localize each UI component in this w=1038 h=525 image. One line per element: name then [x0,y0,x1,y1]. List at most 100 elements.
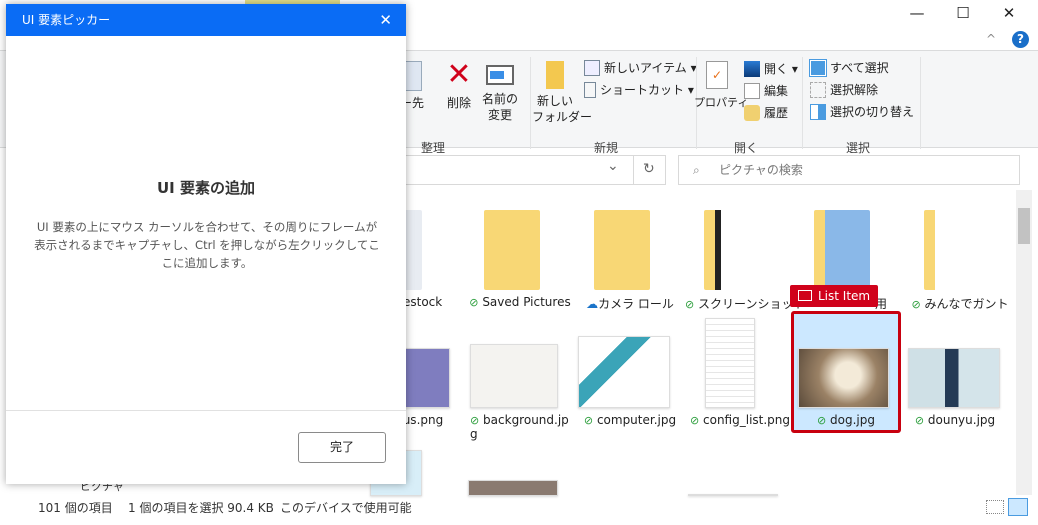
group-select-label: 選択 [846,141,871,155]
rename-label: 名前の 変更 [481,92,518,122]
delete-label: 削除 [446,96,471,110]
select-all-button[interactable]: すべて選択 [809,58,889,77]
new-folder-label: 新しい フォルダー [532,94,593,124]
item-label: dog.jpg [830,413,875,427]
properties-label: プロパティ [694,96,749,109]
invert-selection-icon [810,103,826,120]
properties-icon: ✓ [706,61,728,89]
ui-element-picker-dialog: UI 要素ピッカー ✕ UI 要素の追加 UI 要素の上にマウス カーソルを合わ… [6,4,406,484]
select-none-icon [810,81,826,98]
delete-icon: ✕ [446,57,472,92]
select-all-icon [809,58,827,77]
details-view-button[interactable] [986,500,1004,514]
open-button[interactable]: 開く ▾ [744,60,798,77]
folder-icon [594,210,650,290]
status-bar: 101 個の項目 1 個の項目を選択 90.4 KB このデバイスで使用可能 [0,496,1038,520]
rename-icon [486,65,514,85]
help-icon[interactable]: ? [1012,31,1029,48]
invert-selection-button[interactable]: 選択の切り替え [810,103,914,120]
thumbnail-partial [468,480,558,496]
edit-button[interactable]: 編集 [744,82,788,99]
dialog-header: UI 要素ピッカー ✕ [6,4,406,36]
synced-check-icon: ⊘ [469,296,479,309]
address-bar[interactable]: ⌄ ↻ [380,155,666,185]
folder-icon [924,210,980,290]
thumbnail-background [470,344,558,408]
open-label: 開く ▾ [764,62,798,76]
item-label: カメラ ロール [598,297,674,311]
search-icon: ⌕ [693,163,700,177]
maximize-button[interactable]: ☐ [940,2,986,24]
collapse-ribbon-button[interactable]: ^ [986,32,996,46]
folder-icon [484,210,540,290]
item-label: config_list.png [703,413,791,427]
synced-check-icon: ⊘ [685,298,695,311]
thumbnail-dog [798,348,889,408]
synced-check-icon: ⊘ [470,414,480,427]
select-none-label: 選択解除 [830,83,879,97]
dialog-description: UI 要素の上にマウス カーソルを合わせて、その周りにフレームが表示されるまでキ… [34,220,380,270]
dialog-divider [6,410,406,411]
highlight-label: List Item [818,289,871,303]
scrollbar-thumb[interactable] [1018,208,1030,244]
synced-check-icon: ⊘ [914,414,925,427]
cloud-icon: ☁ [586,297,599,311]
window-icon [798,290,812,301]
new-item-icon [584,59,600,76]
invert-selection-label: 選択の切り替え [830,105,915,119]
address-dropdown-icon[interactable]: ⌄ [607,158,619,174]
availability-status: このデバイスで使用可能 [280,501,412,515]
close-button[interactable]: ✕ [986,2,1032,24]
shortcut-icon [584,81,596,98]
item-label: みんなでガント [924,297,1009,311]
large-icons-view-button[interactable] [1008,498,1028,516]
select-all-label: すべて選択 [830,61,889,75]
selection-info: 1 個の項目を選択 90.4 KB [128,501,274,515]
item-label: Saved Pictures [482,295,571,309]
item-label: computer.jpg [596,413,677,427]
edit-icon [744,82,760,99]
thumbnail-businessman [908,348,1000,408]
new-item-button[interactable]: 新しいアイテム ▾ [584,59,697,76]
group-new-label: 新規 [594,141,619,155]
thumbnail-computer [578,336,670,408]
synced-check-icon: ⊘ [583,414,594,427]
item-count: 101 個の項目 [38,501,113,515]
properties-button[interactable]: ✓ プロパティ [694,61,749,111]
dialog-heading: UI 要素の追加 [157,179,255,197]
new-folder-button[interactable]: 新しい フォルダー [532,61,593,125]
item-label: dounyu.jpg [927,413,996,427]
history-label: 履歴 [764,106,789,120]
shortcut-label: ショートカット ▾ [600,83,694,97]
thumbnail-config-list [705,318,755,408]
synced-check-icon: ⊘ [816,414,827,427]
history-icon [744,104,760,121]
list-item-highlight-tag: List Item [790,285,879,307]
dialog-title: UI 要素ピッカー [22,13,111,27]
new-item-label: 新しいアイテム ▾ [604,61,697,75]
dialog-close-button[interactable]: ✕ [379,4,392,36]
refresh-button[interactable]: ↻ [643,161,655,177]
nav-pane-pictures[interactable]: ピクチャ [80,484,124,494]
group-open-label: 開く [734,141,759,155]
minimize-button[interactable]: — [894,2,940,24]
edit-label: 編集 [764,84,789,98]
shortcut-button[interactable]: ショートカット ▾ [584,81,694,98]
delete-button[interactable]: ✕ 削除 [442,59,476,111]
open-photo-icon [744,60,760,77]
rename-button[interactable]: 名前の 変更 [480,59,520,123]
vertical-scrollbar[interactable] [1016,190,1032,495]
item-label: background.jp g [470,413,569,441]
folder-icon [546,61,564,89]
search-input[interactable]: ⌕ ピクチャの検索 [678,155,1020,185]
folder-icon [704,210,760,290]
synced-check-icon: ⊘ [911,298,921,311]
synced-check-icon: ⊘ [689,414,700,427]
select-none-button[interactable]: 選択解除 [810,81,878,98]
folder-icon [814,210,870,290]
history-button[interactable]: 履歴 [744,104,788,121]
search-placeholder: ピクチャの検索 [719,163,803,177]
group-organize-label: 整理 [421,141,446,155]
copy-to-icon [404,61,422,91]
done-button[interactable]: 完了 [298,432,386,463]
